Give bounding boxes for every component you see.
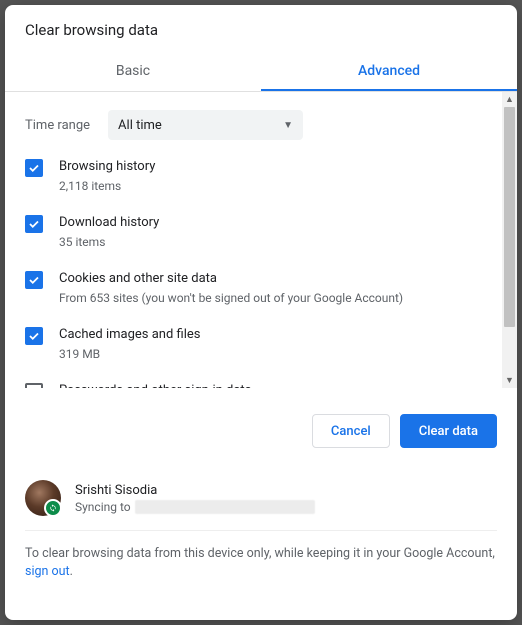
tab-basic[interactable]: Basic (5, 53, 261, 91)
sync-status-icon (44, 499, 62, 517)
clear-data-button[interactable]: Clear data (400, 414, 497, 448)
item-text: Browsing history 2,118 items (59, 158, 497, 194)
scrollbar-thumb[interactable] (504, 107, 515, 327)
time-range-label: Time range (25, 118, 90, 133)
time-range-value: All time (118, 118, 162, 133)
data-type-item: Passwords and other sign-in data25 passw… (25, 372, 497, 388)
checkbox[interactable] (25, 327, 43, 345)
item-subtitle: 35 items (59, 234, 497, 250)
item-title: Browsing history (59, 158, 497, 176)
account-name: Srishti Sisodia (75, 483, 315, 498)
tabs: Basic Advanced (5, 53, 517, 92)
cancel-button[interactable]: Cancel (312, 414, 390, 448)
clear-browsing-data-dialog: Clear browsing data Basic Advanced Time … (5, 5, 517, 620)
chevron-down-icon: ▼ (283, 120, 293, 131)
time-range-row: Time range All time ▼ (25, 92, 497, 148)
data-type-item: Cached images and files 319 MB (25, 316, 497, 372)
account-info: Srishti Sisodia Syncing to (75, 483, 315, 514)
item-text: Download history 35 items (59, 214, 497, 250)
item-subtitle: From 653 sites (you won't be signed out … (59, 290, 497, 306)
redacted-email (135, 500, 315, 514)
data-type-item: Browsing history 2,118 items (25, 148, 497, 204)
checkbox[interactable] (25, 271, 43, 289)
item-title: Passwords and other sign-in data (59, 382, 497, 388)
item-subtitle: 2,118 items (59, 178, 497, 194)
item-title: Cached images and files (59, 326, 497, 344)
data-type-item: Cookies and other site data From 653 site… (25, 260, 497, 316)
scroll-up-icon[interactable]: ▲ (502, 92, 517, 107)
avatar (25, 480, 61, 516)
item-title: Download history (59, 214, 497, 232)
checkbox[interactable] (25, 383, 43, 388)
item-text: Cached images and files 319 MB (59, 326, 497, 362)
data-type-item: Download history 35 items (25, 204, 497, 260)
checkbox[interactable] (25, 215, 43, 233)
account-sync-status: Syncing to (75, 500, 315, 514)
item-title: Cookies and other site data (59, 270, 497, 288)
footnote: To clear browsing data from this device … (5, 531, 517, 601)
item-text: Cookies and other site data From 653 site… (59, 270, 497, 306)
item-text: Passwords and other sign-in data25 passw… (59, 382, 497, 388)
sign-out-link[interactable]: sign out (25, 564, 70, 579)
time-range-select[interactable]: All time ▼ (108, 110, 303, 140)
checkbox[interactable] (25, 159, 43, 177)
scroll-down-icon[interactable]: ▼ (502, 373, 517, 388)
item-subtitle: 319 MB (59, 346, 497, 362)
options-scroll-area: Time range All time ▼ Browsing history 2,… (5, 92, 517, 388)
dialog-buttons: Cancel Clear data (5, 388, 517, 466)
tab-advanced[interactable]: Advanced (261, 53, 517, 91)
dialog-title: Clear browsing data (5, 5, 517, 53)
account-row: Srishti Sisodia Syncing to (25, 466, 497, 531)
scrollbar[interactable]: ▲ ▼ (502, 92, 517, 388)
